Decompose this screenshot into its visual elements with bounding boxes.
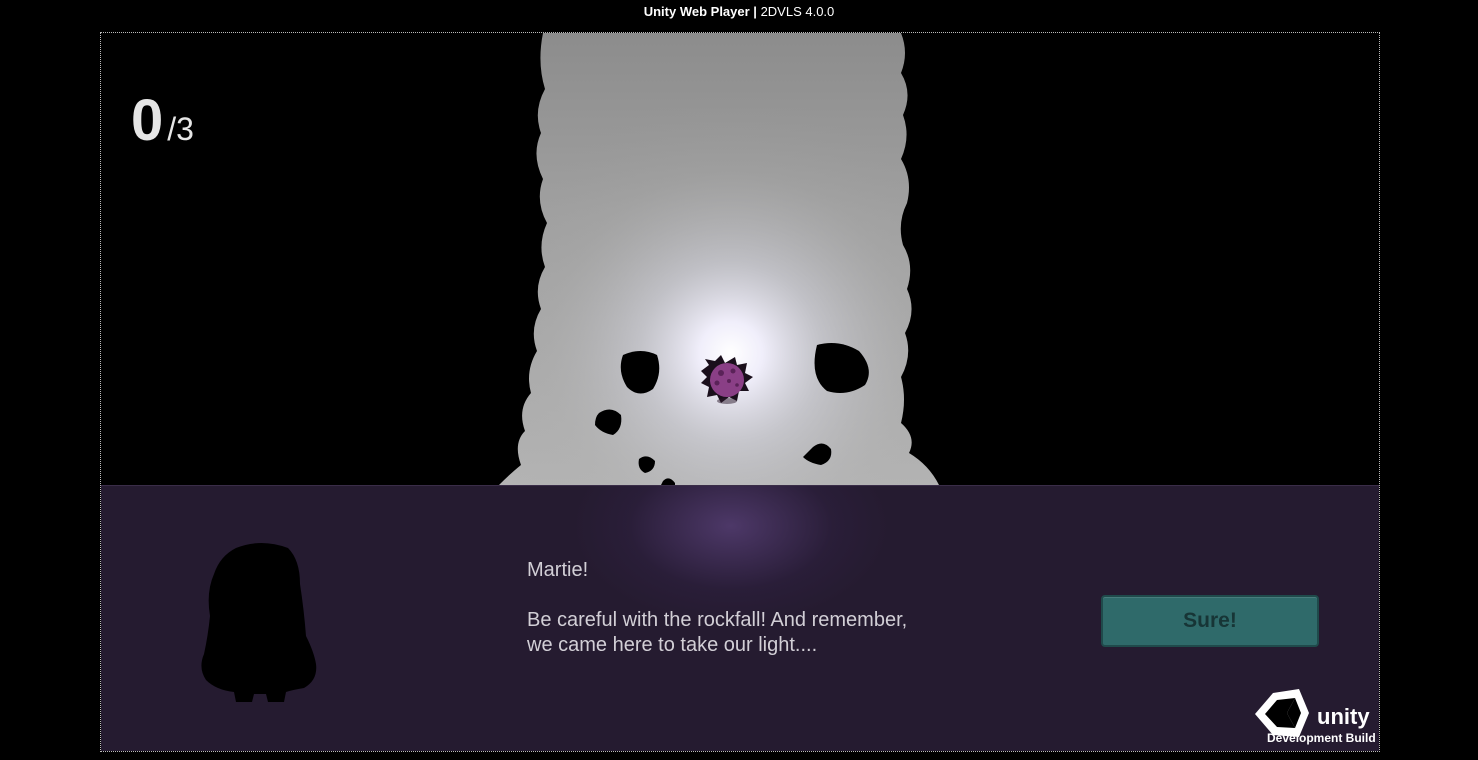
scene-graphics (499, 33, 939, 485)
game-viewport[interactable]: 0/3 Martie! Be careful with the rockfall… (100, 32, 1380, 752)
game-scene: 0/3 (101, 33, 1379, 485)
unity-development-badge: unity Development Build (1249, 687, 1379, 749)
dialog-line: Be careful with the rockfall! And rememb… (527, 609, 908, 631)
light-glow (499, 33, 939, 485)
character-silhouette-icon (201, 543, 317, 702)
web-player-page: Unity Web Player | 2DVLS 4.0.0 0 /3 Mart… (0, 0, 1478, 760)
unity-wordmark: unity (1317, 704, 1370, 729)
development-build-label: Development Build (1267, 731, 1376, 745)
web-player-title: Unity Web Player | 2DVLS 4.0.0 (0, 4, 1478, 20)
dialog-speaker-name: Martie! (527, 559, 589, 581)
player-title-brand: Unity Web Player | (643, 4, 757, 19)
player-title-app: 2DVLS 4.0.0 (760, 4, 835, 19)
dialog-message: Martie! Be careful with the rockfall! An… (527, 558, 1007, 658)
collected-counter: 0/3 (131, 91, 194, 151)
collected-total: /3 (167, 111, 194, 147)
dialog-line: we came here to take our light.... (527, 634, 818, 656)
dialog-panel: Martie! Be careful with the rockfall! An… (101, 485, 1379, 751)
collected-count: 0 (131, 88, 164, 153)
sure-button[interactable]: Sure! (1101, 595, 1319, 647)
